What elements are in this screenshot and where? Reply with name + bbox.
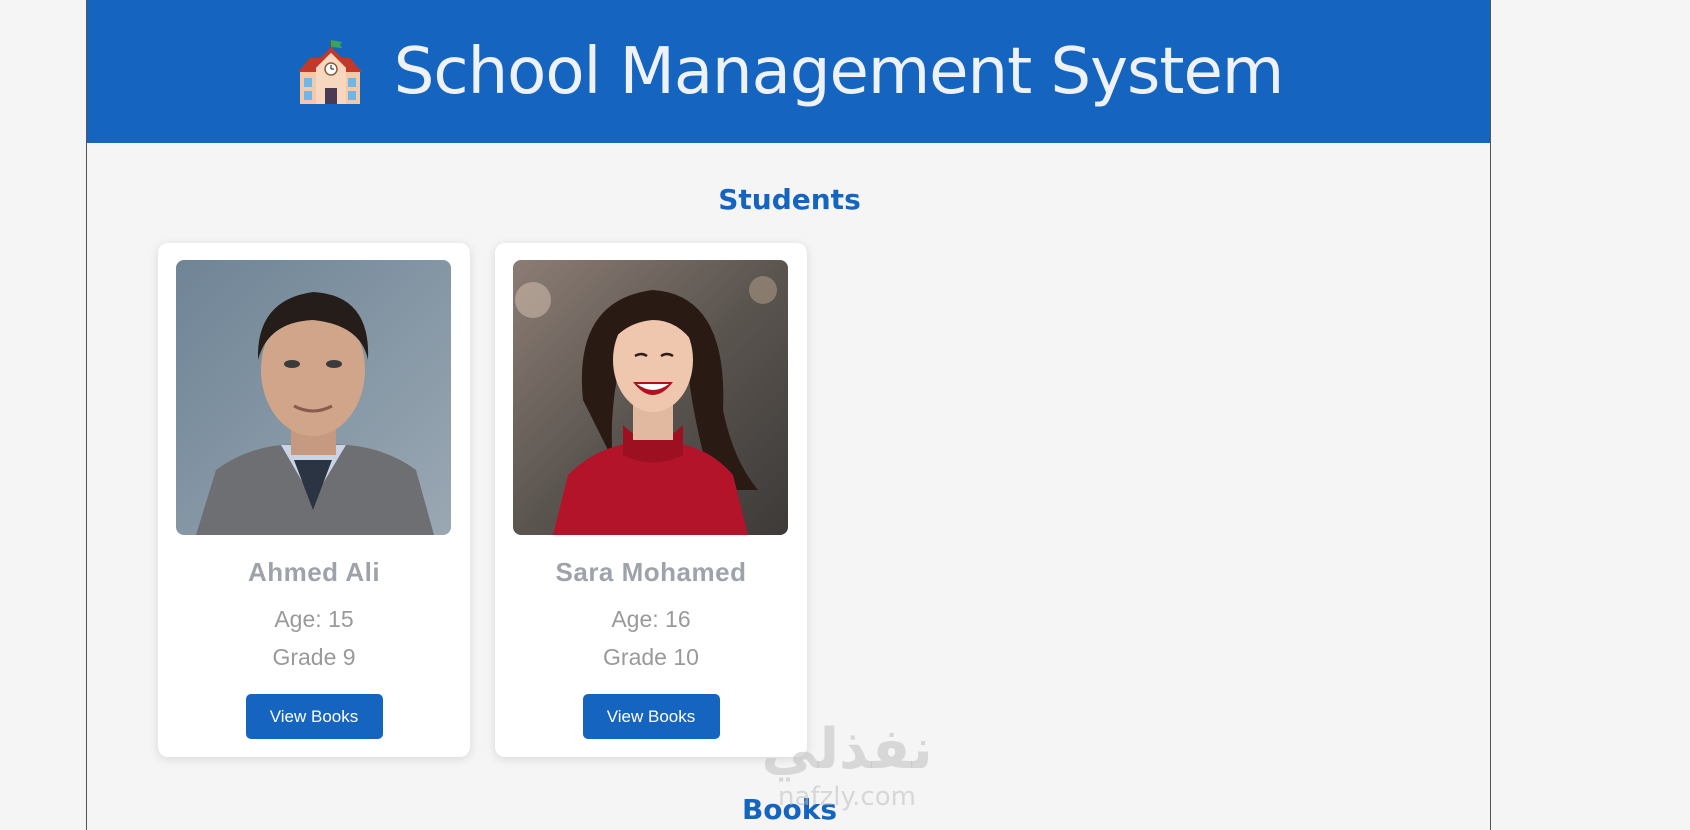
school-building-icon [297, 39, 362, 104]
page-frame: School Management System Students Ahmed … [86, 0, 1491, 830]
man-portrait-photo [176, 260, 451, 535]
student-name: Sara Mohamed [555, 557, 747, 587]
books-heading: Books [741, 793, 838, 826]
student-grade: Grade 9 [272, 644, 356, 670]
student-cards: Ahmed Ali Age: 15 Grade 9 View Books Sar… [158, 243, 807, 757]
students-heading: Students [718, 183, 861, 216]
student-card: Ahmed Ali Age: 15 Grade 9 View Books [158, 243, 470, 757]
app-header: School Management System [87, 0, 1490, 143]
view-books-button[interactable]: View Books [245, 694, 383, 739]
student-age: Age: 16 [611, 606, 691, 632]
view-books-button[interactable]: View Books [582, 694, 720, 739]
student-age: Age: 15 [274, 606, 354, 632]
page-title: School Management System [393, 34, 1284, 109]
student-name: Ahmed Ali [247, 557, 381, 587]
student-card: Sara Mohamed Age: 16 Grade 10 View Books [495, 243, 807, 757]
woman-portrait-photo [513, 260, 788, 535]
student-grade: Grade 10 [603, 644, 699, 670]
